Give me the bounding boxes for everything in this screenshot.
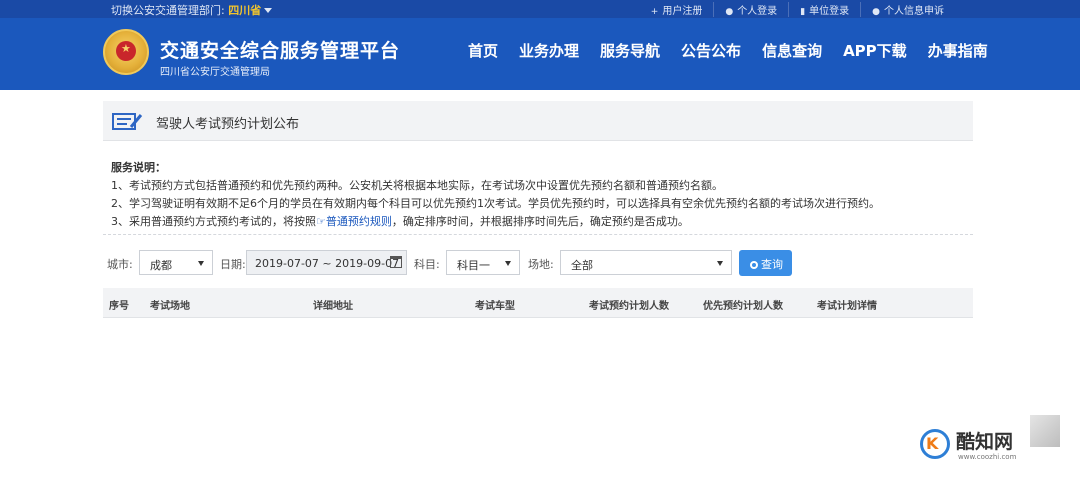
notes-line-3-text: 3、采用普通预约方式预约考试的，将按照 bbox=[111, 215, 316, 228]
normal-booking-rule-link[interactable]: ☞普通预约规则 bbox=[316, 215, 392, 228]
company-login-label[interactable]: 单位登录 bbox=[809, 6, 849, 17]
panel-header: 驾驶人考试预约计划公布 bbox=[103, 101, 973, 141]
nav-service-guide[interactable]: 服务导航 bbox=[600, 40, 660, 61]
personal-login-label[interactable]: 个人登录 bbox=[737, 6, 777, 17]
coozhi-logo-icon: K bbox=[920, 429, 950, 459]
col-exam-site: 考试场地 bbox=[150, 301, 190, 312]
search-icon bbox=[750, 261, 758, 269]
date-range-value: 2019-07-07 ~ 2019-09-07 bbox=[255, 257, 400, 270]
query-button[interactable]: 查询 bbox=[739, 250, 792, 276]
subject-select-value: 科目一 bbox=[457, 259, 490, 272]
chevron-down-icon bbox=[717, 261, 723, 266]
main-nav: 首页 业务办理 服务导航 公告公布 信息查询 APP下载 办事指南 bbox=[468, 40, 1009, 61]
user-icon: ● bbox=[725, 7, 734, 17]
watermark-name: 酷知网 bbox=[956, 431, 1014, 453]
nav-announcements[interactable]: 公告公布 bbox=[681, 40, 741, 61]
site-header: ★ 交通安全综合服务管理平台 四川省公安厅交通管理局 首页 业务办理 服务导航 … bbox=[0, 18, 1080, 90]
notes-line-3: 3、采用普通预约方式预约考试的，将按照☞普通预约规则，确定排序时间，并根据排序时… bbox=[111, 213, 971, 231]
nav-business[interactable]: 业务办理 bbox=[519, 40, 579, 61]
col-index: 序号 bbox=[109, 301, 129, 312]
notes-line-2: 2、学习驾驶证明有效期不足6个月的学员在有效期内每个科目可以优先预约1次考试。学… bbox=[111, 197, 880, 210]
nav-app-download[interactable]: APP下载 bbox=[843, 40, 907, 61]
site-watermark: K 酷知网 www.coozhi.com bbox=[920, 415, 1060, 470]
divider bbox=[103, 234, 973, 235]
personal-login-link[interactable]: ● 个人登录 bbox=[713, 2, 788, 17]
city-select[interactable]: 成都 bbox=[139, 250, 213, 275]
emblem-star-icon: ★ bbox=[121, 42, 131, 55]
nav-info-query[interactable]: 信息查询 bbox=[762, 40, 822, 61]
date-range-input[interactable]: 2019-07-07 ~ 2019-09-07 bbox=[246, 250, 407, 275]
panel-title: 驾驶人考试预约计划公布 bbox=[156, 117, 300, 132]
department-switch-label: 切换公安交通管理部门: bbox=[111, 4, 225, 17]
company-login-link[interactable]: ▮ 单位登录 bbox=[788, 2, 860, 17]
chevron-down-icon bbox=[505, 261, 511, 266]
site-select[interactable]: 全部 bbox=[560, 250, 732, 275]
site-subtitle: 四川省公安厅交通管理局 bbox=[160, 67, 270, 78]
plus-icon: + bbox=[650, 7, 659, 17]
form-list-icon bbox=[112, 113, 143, 130]
complaint-link-label[interactable]: 个人信息申诉 bbox=[884, 6, 944, 17]
notes-heading: 服务说明： bbox=[111, 161, 166, 174]
user-icon: ● bbox=[872, 7, 880, 17]
date-label: 日期: bbox=[220, 258, 246, 271]
col-vehicle-type: 考试车型 bbox=[475, 301, 515, 312]
police-emblem-logo[interactable]: ★ bbox=[103, 29, 149, 75]
account-links: + 用户注册 ● 个人登录 ▮ 单位登录 ● 个人信息申诉 bbox=[640, 2, 955, 17]
site-label: 场地: bbox=[528, 258, 554, 271]
nav-guide[interactable]: 办事指南 bbox=[928, 40, 988, 61]
nav-home[interactable]: 首页 bbox=[468, 40, 498, 61]
service-notes: 服务说明： 1、考试预约方式包括普通预约和优先预约两种。公安机关将根据本地实际，… bbox=[111, 159, 971, 231]
department-value[interactable]: 四川省 bbox=[228, 4, 261, 17]
col-priority-count: 优先预约计划人数 bbox=[703, 301, 783, 312]
col-plan-detail: 考试计划详情 bbox=[817, 301, 877, 312]
building-icon: ▮ bbox=[800, 7, 806, 17]
watermark-url: www.coozhi.com bbox=[958, 453, 1017, 461]
col-address: 详细地址 bbox=[313, 301, 353, 312]
subject-select[interactable]: 科目一 bbox=[446, 250, 520, 275]
table-header: 序号 考试场地 详细地址 考试车型 考试预约计划人数 优先预约计划人数 考试计划… bbox=[103, 288, 973, 318]
register-link[interactable]: + 用户注册 bbox=[640, 2, 714, 17]
chevron-down-icon bbox=[198, 261, 204, 266]
calendar-icon[interactable] bbox=[390, 256, 402, 268]
site-title[interactable]: 交通安全综合服务管理平台 bbox=[160, 36, 400, 63]
col-planned-count: 考试预约计划人数 bbox=[589, 301, 669, 312]
complaint-link[interactable]: ● 个人信息申诉 bbox=[860, 2, 955, 17]
city-select-value: 成都 bbox=[150, 259, 172, 272]
city-label: 城市: bbox=[107, 258, 133, 271]
register-link-label[interactable]: 用户注册 bbox=[662, 6, 702, 17]
chevron-down-icon[interactable] bbox=[264, 8, 273, 13]
site-select-value: 全部 bbox=[571, 259, 593, 272]
subject-label: 科目: bbox=[414, 258, 440, 271]
query-button-label: 查询 bbox=[761, 258, 783, 271]
top-bar: 切换公安交通管理部门: 四川省 + 用户注册 ● 个人登录 ▮ 单位登录 ● 个人信息申… bbox=[0, 0, 1080, 18]
notes-line-3-tail: ，确定排序时间，并根据排序时间先后，确定预约是否成功。 bbox=[391, 215, 689, 228]
department-switcher[interactable]: 切换公安交通管理部门: 四川省 bbox=[111, 2, 273, 18]
notes-line-1: 1、考试预约方式包括普通预约和优先预约两种。公安机关将根据本地实际，在考试场次中… bbox=[111, 179, 723, 192]
